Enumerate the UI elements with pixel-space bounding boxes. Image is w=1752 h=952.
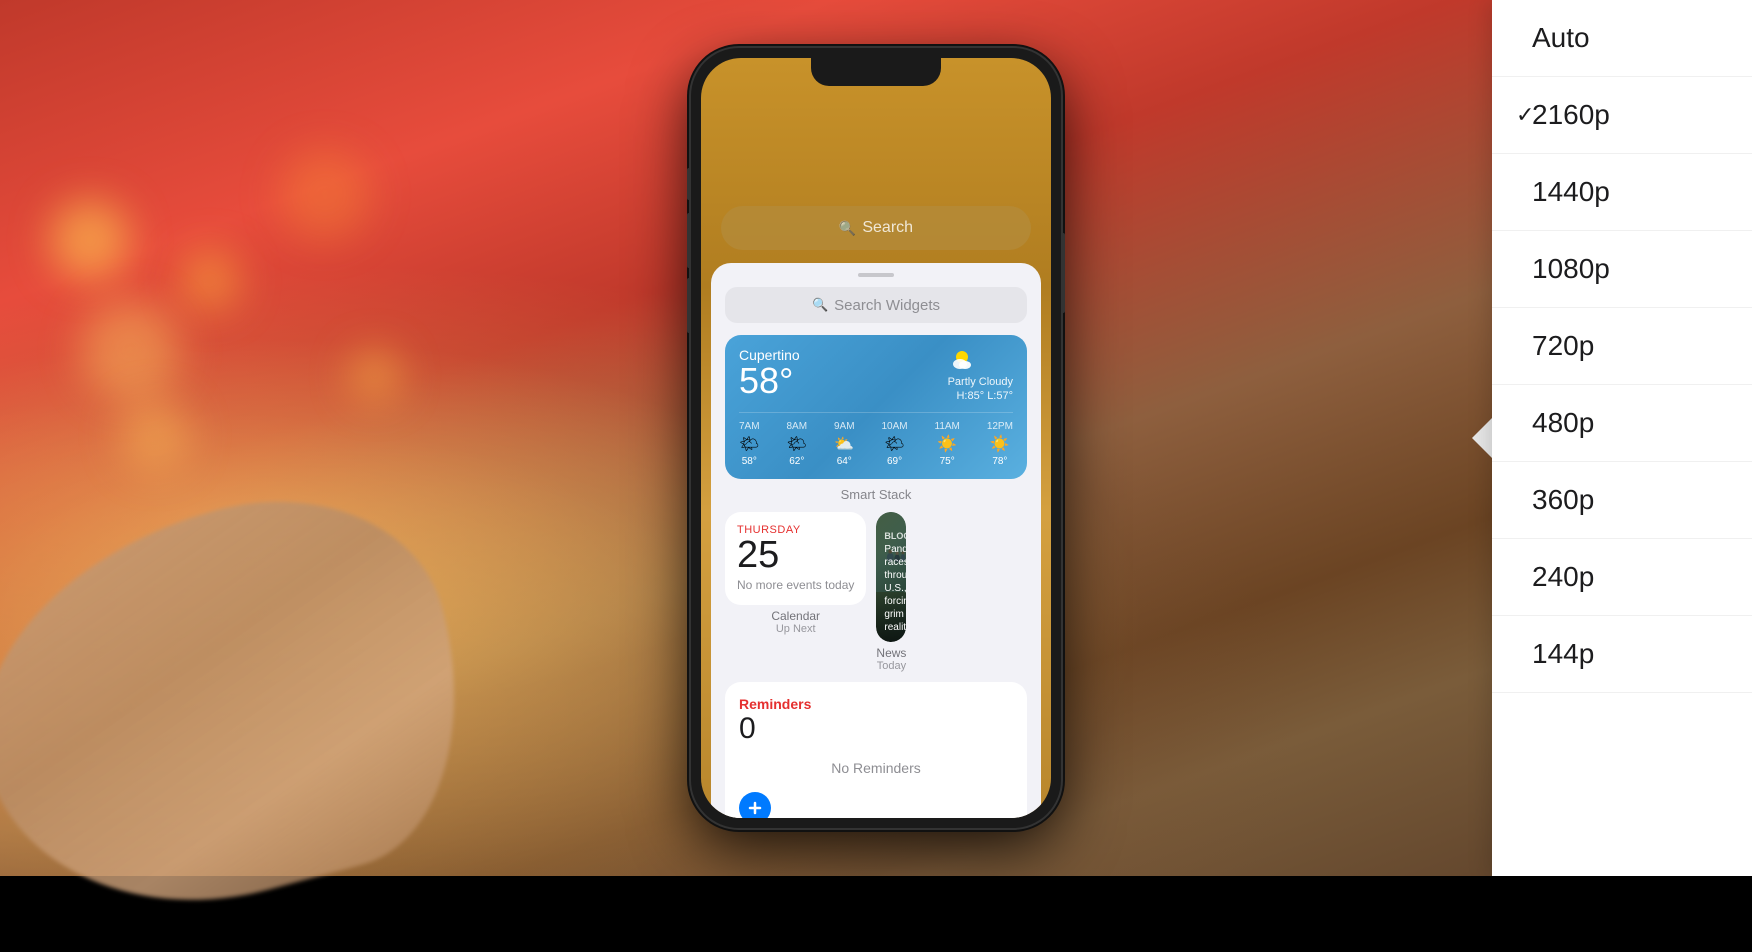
forecast-time: 8AM xyxy=(786,421,807,432)
reminders-count: 0 xyxy=(739,714,1013,744)
calendar-date: 25 xyxy=(737,536,854,574)
news-label: News xyxy=(876,646,906,660)
forecast-7am: 7AM 🌤 58° xyxy=(739,421,760,467)
forecast-time: 9AM xyxy=(834,421,855,432)
calendar-sublabel: Up Next xyxy=(725,623,866,635)
forecast-temp: 69° xyxy=(887,456,902,467)
forecast-time: 11AM xyxy=(935,421,960,432)
news-sublabel: Today xyxy=(876,660,906,672)
weather-condition-text: Partly Cloudy H:85° L:57° xyxy=(948,375,1013,404)
phone-mockup: 🔍 Search 🔍 Search Widgets Cupertino xyxy=(691,48,1061,828)
mute-button[interactable] xyxy=(687,168,691,200)
quality-option-360p[interactable]: 360p xyxy=(1492,462,1752,539)
quality-label-144p: 144p xyxy=(1532,638,1594,670)
forecast-temp: 58° xyxy=(742,456,757,467)
quality-label-360p: 360p xyxy=(1532,484,1594,516)
phone-screen: 🔍 Search 🔍 Search Widgets Cupertino xyxy=(701,58,1051,818)
news-overlay: Bloomberg Pandemic races through U.S., f… xyxy=(876,523,906,642)
weather-widget[interactable]: Cupertino 58° xyxy=(725,335,1027,479)
forecast-icon: 🌤 xyxy=(787,434,807,454)
forecast-temp: 75° xyxy=(940,456,955,467)
quality-menu-panel: Auto ✓ 2160p 1440p 1080p 720p 480p 360p … xyxy=(1492,0,1752,876)
phone-frame: 🔍 Search 🔍 Search Widgets Cupertino xyxy=(691,48,1061,828)
quality-label-720p: 720p xyxy=(1532,330,1594,362)
quality-option-1080p[interactable]: 1080p xyxy=(1492,231,1752,308)
quality-label-1080p: 1080p xyxy=(1532,253,1610,285)
news-headline: Pandemic races through U.S., forcing gri… xyxy=(884,543,898,634)
quality-label-240p: 240p xyxy=(1532,561,1594,593)
widget-row-cal-news: THURSDAY 25 No more events today Calenda… xyxy=(725,512,1027,672)
forecast-icon: ☀️ xyxy=(990,434,1010,454)
search-widgets-icon: 🔍 xyxy=(812,297,828,313)
bokeh-light xyxy=(120,400,190,470)
quality-label-480p: 480p xyxy=(1532,407,1594,439)
search-widgets-placeholder: Search Widgets xyxy=(834,297,940,314)
quality-option-480p[interactable]: 480p xyxy=(1492,385,1752,462)
forecast-icon: ⛅ xyxy=(834,434,854,454)
spotlight-search-bar[interactable]: 🔍 Search xyxy=(721,206,1031,250)
news-source: Bloomberg xyxy=(884,531,898,541)
quality-option-720p[interactable]: 720p xyxy=(1492,308,1752,385)
weather-condition-icon xyxy=(948,347,976,375)
news-thumbnail: Bloomberg Pandemic races through U.S., f… xyxy=(876,512,906,642)
power-button[interactable] xyxy=(1061,233,1065,313)
forecast-time: 10AM xyxy=(881,421,907,432)
forecast-time: 7AM xyxy=(739,421,760,432)
quality-label-auto: Auto xyxy=(1532,22,1590,54)
search-placeholder: Search xyxy=(862,219,913,237)
news-widget[interactable]: Bloomberg Pandemic races through U.S., f… xyxy=(876,512,906,642)
forecast-8am: 8AM 🌤 62° xyxy=(786,421,807,467)
quality-option-2160p[interactable]: ✓ 2160p xyxy=(1492,77,1752,154)
volume-up-button[interactable] xyxy=(687,213,691,268)
forecast-temp: 78° xyxy=(992,456,1007,467)
calendar-widget[interactable]: THURSDAY 25 No more events today xyxy=(725,512,866,606)
calendar-no-events: No more events today xyxy=(737,578,854,594)
search-widgets-bar[interactable]: 🔍 Search Widgets xyxy=(725,287,1027,323)
news-widget-container: Bloomberg Pandemic races through U.S., f… xyxy=(876,512,906,672)
bokeh-light xyxy=(80,300,180,400)
phone-notch xyxy=(811,58,941,86)
bokeh-light xyxy=(50,200,130,280)
forecast-icon: 🌤 xyxy=(884,434,904,454)
no-reminders-text: No Reminders xyxy=(739,752,1013,784)
search-icon: 🔍 xyxy=(839,220,856,237)
widgets-panel: 🔍 Search Widgets Cupertino 58° xyxy=(711,263,1041,818)
forecast-temp: 62° xyxy=(789,456,804,467)
quality-checkmark-2160p: ✓ xyxy=(1516,102,1534,128)
weather-temperature: 58° xyxy=(739,363,800,399)
forecast-12pm: 12PM ☀️ 78° xyxy=(987,421,1013,467)
forecast-icon: 🌤 xyxy=(739,434,759,454)
smart-stack-label: Smart Stack xyxy=(725,487,1027,502)
calendar-label: Calendar xyxy=(725,609,866,623)
forecast-icon: ☀️ xyxy=(937,434,957,454)
reminders-fab-button[interactable] xyxy=(739,792,771,818)
quality-option-144p[interactable]: 144p xyxy=(1492,616,1752,693)
forecast-9am: 9AM ⛅ 64° xyxy=(834,421,855,467)
reminders-widget[interactable]: Reminders 0 No Reminders xyxy=(725,682,1027,818)
forecast-11am: 11AM ☀️ 75° xyxy=(935,421,960,467)
quality-option-1440p[interactable]: 1440p xyxy=(1492,154,1752,231)
drag-handle[interactable] xyxy=(858,273,894,277)
volume-down-button[interactable] xyxy=(687,278,691,333)
bokeh-light xyxy=(180,250,240,310)
bokeh-light xyxy=(280,150,370,240)
reminders-title: Reminders xyxy=(739,696,1013,712)
weather-forecast-row: 7AM 🌤 58° 8AM 🌤 62° 9AM ⛅ 64° xyxy=(739,412,1013,467)
forecast-time: 12PM xyxy=(987,421,1013,432)
weather-top-row: Cupertino 58° xyxy=(739,347,1013,404)
calendar-widget-container: THURSDAY 25 No more events today Calenda… xyxy=(725,512,866,672)
bokeh-light xyxy=(350,350,400,400)
forecast-temp: 64° xyxy=(837,456,852,467)
panel-arrow-indicator xyxy=(1472,418,1492,458)
quality-label-1440p: 1440p xyxy=(1532,176,1610,208)
quality-label-2160p: 2160p xyxy=(1532,99,1610,131)
quality-option-auto[interactable]: Auto xyxy=(1492,0,1752,77)
quality-option-240p[interactable]: 240p xyxy=(1492,539,1752,616)
forecast-10am: 10AM 🌤 69° xyxy=(881,421,907,467)
